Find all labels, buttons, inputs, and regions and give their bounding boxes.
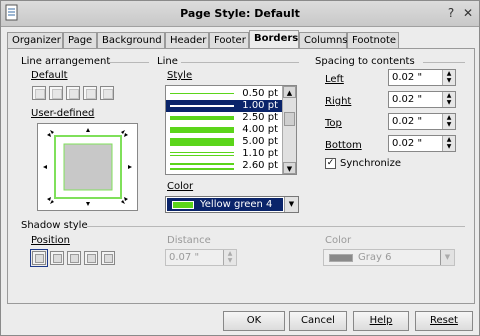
shadow-color-label: Color — [325, 235, 352, 246]
spin-buttons[interactable]: ▲ ▼ — [442, 92, 455, 107]
line-style-item[interactable]: 5.00 pt — [166, 136, 282, 148]
line-style-item[interactable]: 4.00 pt — [166, 124, 282, 136]
line-style-item[interactable]: 0.50 pt — [166, 88, 282, 100]
distance-label: Distance — [167, 235, 211, 246]
preset-outer-button[interactable] — [83, 86, 97, 100]
shadow-color-select[interactable]: Gray 6 ▼ — [323, 249, 455, 266]
ok-button[interactable]: OK — [223, 311, 285, 331]
color-swatch — [329, 254, 353, 262]
spin-buttons[interactable]: ▲ ▼ — [442, 70, 455, 85]
line-style-item[interactable]: 2.60 pt — [166, 160, 282, 172]
line-color-value: Yellow green 4 — [200, 199, 273, 210]
line-style-item[interactable]: 2.50 pt — [166, 112, 282, 124]
title-bar: Page Style: Default ? ✕ — [1, 1, 479, 27]
tab-borders[interactable]: Borders — [249, 30, 299, 50]
bottom-spacing-field[interactable]: 0.02 " ▲ ▼ — [388, 135, 456, 152]
tab-footer[interactable]: Footer — [209, 32, 249, 49]
window-title: Page Style: Default — [180, 7, 300, 20]
spin-buttons[interactable]: ▲ ▼ — [442, 114, 455, 129]
cancel-button[interactable]: Cancel — [289, 311, 347, 331]
page-style-dialog: Page Style: Default ? ✕ Organizer Page B… — [0, 0, 480, 336]
shadow-bottom-left-button[interactable] — [84, 251, 98, 265]
close-icon[interactable]: ✕ — [460, 5, 476, 21]
synchronize-checkbox[interactable]: ✓ — [325, 158, 336, 169]
border-preview[interactable] — [37, 123, 138, 211]
right-spacing-field[interactable]: 0.02 " ▲ ▼ — [388, 91, 456, 108]
line-style-item-selected[interactable]: 1.00 pt — [166, 100, 282, 112]
right-label: Right — [325, 96, 352, 107]
left-label: Left — [325, 74, 344, 85]
line-heading: Line — [157, 56, 178, 67]
scroll-down-arrow-icon[interactable]: ▼ — [283, 162, 296, 174]
line-style-item[interactable]: 1.10 pt — [166, 148, 282, 160]
color-swatch — [172, 201, 194, 209]
tab-footnote[interactable]: Footnote — [347, 32, 399, 49]
tab-organizer[interactable]: Organizer — [7, 32, 63, 49]
color-label: Color — [167, 181, 194, 192]
divider — [87, 226, 465, 227]
border-preview-drawing — [43, 128, 132, 206]
reset-button[interactable]: Reset — [415, 311, 473, 331]
shadow-none-button[interactable] — [30, 249, 48, 267]
help-icon[interactable]: ? — [443, 5, 459, 21]
help-button[interactable]: Help — [353, 311, 409, 331]
line-arrangement-heading: Line arrangement — [21, 56, 111, 67]
dropdown-arrow-icon[interactable]: ▼ — [440, 250, 454, 265]
divider — [423, 62, 465, 63]
top-spacing-field[interactable]: 0.02 " ▲ ▼ — [388, 113, 456, 130]
shadow-top-right-button[interactable] — [67, 251, 81, 265]
divider — [181, 62, 299, 63]
tab-background[interactable]: Background — [97, 32, 165, 49]
position-label: Position — [31, 235, 70, 246]
shadow-distance-field[interactable]: 0.07 " ▲ ▼ — [165, 249, 237, 266]
dropdown-arrow-icon[interactable]: ▼ — [284, 197, 298, 212]
divider — [109, 62, 149, 63]
spin-buttons[interactable]: ▲ ▼ — [442, 136, 455, 151]
preset-box-inner-button[interactable] — [66, 86, 80, 100]
scroll-up-arrow-icon[interactable]: ▲ — [283, 86, 296, 98]
shadow-color-value: Gray 6 — [358, 252, 392, 263]
line-style-list[interactable]: 0.50 pt 1.00 pt 2.50 pt 4.00 pt 5.00 pt … — [165, 85, 297, 175]
spacing-heading: Spacing to contents — [315, 56, 415, 67]
preset-outer-nolines-button[interactable] — [100, 86, 114, 100]
tab-header[interactable]: Header — [165, 32, 209, 49]
line-style-scrollbar[interactable]: ▲ ▼ — [282, 86, 296, 174]
left-spacing-field[interactable]: 0.02 " ▲ ▼ — [388, 69, 456, 86]
synchronize-label: Synchronize — [340, 158, 401, 169]
line-color-select[interactable]: Yellow green 4 ▼ — [165, 196, 299, 213]
spin-buttons[interactable]: ▲ ▼ — [223, 250, 236, 265]
scroll-thumb[interactable] — [284, 112, 295, 126]
tab-page[interactable]: Page — [63, 32, 97, 49]
preset-box-button[interactable] — [49, 86, 63, 100]
preset-none-button[interactable] — [32, 86, 46, 100]
shadow-heading: Shadow style — [21, 220, 88, 231]
shadow-top-left-button[interactable] — [101, 251, 115, 265]
style-label: Style — [167, 70, 193, 81]
shadow-bottom-right-button[interactable] — [50, 251, 64, 265]
bottom-label: Bottom — [325, 140, 362, 151]
default-label: Default — [31, 70, 68, 81]
tab-columns[interactable]: Columns — [299, 32, 348, 49]
user-defined-label: User-defined — [31, 108, 95, 119]
top-label: Top — [325, 118, 342, 129]
